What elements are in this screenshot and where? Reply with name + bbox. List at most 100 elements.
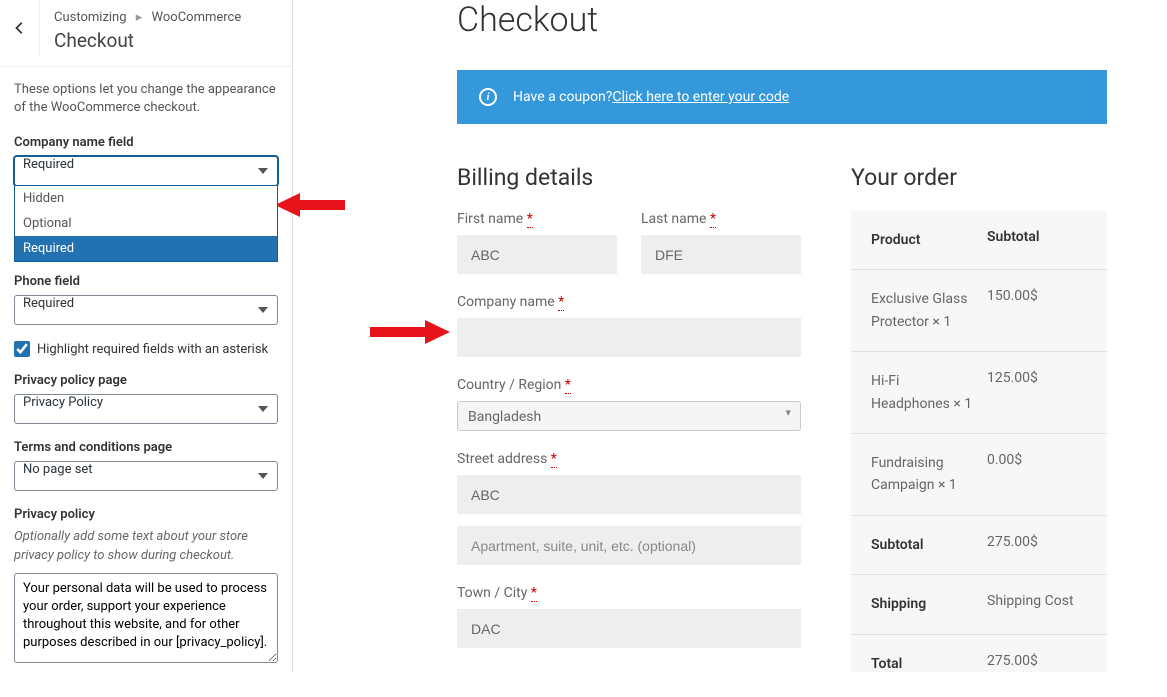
subtotal-cell: 125.00$ bbox=[987, 370, 1087, 415]
country-label: Country / Region * bbox=[457, 377, 801, 393]
town-row: Town / City * bbox=[457, 585, 801, 648]
subtotal-label: Subtotal bbox=[871, 534, 987, 556]
privacy-page-select-wrap: Privacy Policy bbox=[14, 394, 278, 424]
company-dropdown-list: Hidden Optional Required bbox=[14, 186, 278, 262]
company-label: Company name * bbox=[457, 294, 801, 310]
first-name-input[interactable] bbox=[457, 235, 617, 274]
table-row: Exclusive Glass Protector × 1 150.00$ bbox=[851, 270, 1107, 352]
sidebar-body: These options let you change the appeara… bbox=[0, 67, 292, 697]
highlight-checkbox-row: Highlight required fields with an asteri… bbox=[14, 341, 278, 357]
table-row: Hi-Fi Headphones × 1 125.00$ bbox=[851, 352, 1107, 434]
town-label: Town / City * bbox=[457, 585, 801, 601]
phone-field-group: Phone field Required bbox=[14, 274, 278, 325]
coupon-prompt: Have a coupon? bbox=[513, 89, 612, 105]
breadcrumb-parent: Customizing bbox=[54, 10, 127, 25]
order-table: Product Subtotal Exclusive Glass Protect… bbox=[851, 211, 1107, 672]
last-name-input[interactable] bbox=[641, 235, 801, 274]
total-label: Total bbox=[871, 653, 987, 672]
product-cell: Fundraising Campaign × 1 bbox=[871, 452, 987, 497]
street-label: Street address * bbox=[457, 451, 801, 467]
table-row: Fundraising Campaign × 1 0.00$ bbox=[851, 434, 1107, 516]
annotation-arrow-1 bbox=[275, 185, 345, 225]
subtotal-cell: 0.00$ bbox=[987, 452, 1087, 497]
name-row: First name * Last name * bbox=[457, 211, 801, 274]
chevron-left-icon bbox=[13, 21, 27, 35]
shipping-label: Shipping bbox=[871, 593, 987, 615]
subtotal-row: Subtotal 275.00$ bbox=[851, 516, 1107, 575]
company-field-label: Company name field bbox=[14, 135, 278, 150]
highlight-checkbox-label: Highlight required fields with an asteri… bbox=[37, 342, 268, 357]
street2-input[interactable] bbox=[457, 526, 801, 565]
country-select[interactable]: Bangladesh bbox=[457, 401, 801, 431]
privacy-text-hint: Optionally add some text about your stor… bbox=[14, 528, 278, 564]
sidebar-header: Customizing ▸ WooCommerce Checkout bbox=[0, 0, 292, 67]
privacy-text-group: Privacy policy Optionally add some text … bbox=[14, 507, 278, 666]
company-select-wrap: Required Hidden Optional Required bbox=[14, 156, 278, 186]
privacy-page-select[interactable]: Privacy Policy bbox=[14, 394, 278, 424]
street2-field bbox=[457, 526, 801, 565]
info-icon: i bbox=[479, 88, 497, 106]
privacy-page-label: Privacy policy page bbox=[14, 373, 278, 388]
company-field-group: Company name field Required Hidden Optio… bbox=[14, 135, 278, 186]
street2-row bbox=[457, 526, 801, 565]
street-field: Street address * bbox=[457, 451, 801, 514]
order-header-subtotal: Subtotal bbox=[987, 229, 1087, 251]
terms-page-select-wrap: No page set bbox=[14, 461, 278, 491]
page-title: Checkout bbox=[54, 29, 278, 52]
privacy-page-group: Privacy policy page Privacy Policy bbox=[14, 373, 278, 424]
checkout-columns: Billing details First name * Last name *… bbox=[457, 164, 1107, 672]
total-row: Total 275.00$ bbox=[851, 635, 1107, 672]
dropdown-option-optional[interactable]: Optional bbox=[15, 211, 277, 236]
dropdown-option-hidden[interactable]: Hidden bbox=[15, 186, 277, 211]
coupon-notice: i Have a coupon? Click here to enter you… bbox=[457, 70, 1107, 124]
company-input[interactable] bbox=[457, 318, 801, 357]
shipping-row: Shipping Shipping Cost bbox=[851, 575, 1107, 634]
coupon-link[interactable]: Click here to enter your code bbox=[612, 89, 789, 105]
subtotal-value: 275.00$ bbox=[987, 534, 1087, 556]
subtotal-cell: 150.00$ bbox=[987, 288, 1087, 333]
back-button[interactable] bbox=[0, 0, 40, 56]
breadcrumb: Customizing ▸ WooCommerce bbox=[54, 10, 278, 25]
breadcrumb-separator: ▸ bbox=[136, 10, 143, 25]
terms-page-label: Terms and conditions page bbox=[14, 440, 278, 455]
breadcrumb-current: WooCommerce bbox=[152, 10, 242, 25]
terms-page-select[interactable]: No page set bbox=[14, 461, 278, 491]
town-field: Town / City * bbox=[457, 585, 801, 648]
order-header-row: Product Subtotal bbox=[851, 211, 1107, 270]
annotation-arrow-2 bbox=[370, 312, 450, 352]
total-value: 275.00$ bbox=[987, 653, 1087, 672]
country-row: Country / Region * Bangladesh bbox=[457, 377, 801, 431]
town-input[interactable] bbox=[457, 609, 801, 648]
order-header-product: Product bbox=[871, 229, 987, 251]
privacy-text-label: Privacy policy bbox=[14, 507, 278, 522]
last-name-field: Last name * bbox=[641, 211, 801, 274]
billing-title: Billing details bbox=[457, 164, 801, 191]
customizer-sidebar: Customizing ▸ WooCommerce Checkout These… bbox=[0, 0, 293, 672]
checkout-title: Checkout bbox=[457, 0, 1107, 40]
phone-select[interactable]: Required bbox=[14, 295, 278, 325]
product-cell: Exclusive Glass Protector × 1 bbox=[871, 288, 987, 333]
company-field: Company name * bbox=[457, 294, 801, 357]
shipping-value: Shipping Cost bbox=[987, 593, 1087, 615]
country-select-wrap: Bangladesh bbox=[457, 401, 801, 431]
phone-field-label: Phone field bbox=[14, 274, 278, 289]
dropdown-option-required[interactable]: Required bbox=[15, 236, 277, 261]
order-title: Your order bbox=[851, 164, 1107, 191]
country-field: Country / Region * Bangladesh bbox=[457, 377, 801, 431]
terms-page-group: Terms and conditions page No page set bbox=[14, 440, 278, 491]
privacy-textarea[interactable] bbox=[14, 573, 278, 663]
street-row: Street address * bbox=[457, 451, 801, 514]
company-row: Company name * bbox=[457, 294, 801, 357]
order-column: Your order Product Subtotal Exclusive Gl… bbox=[851, 164, 1107, 672]
company-select[interactable]: Required bbox=[14, 156, 278, 186]
product-cell: Hi-Fi Headphones × 1 bbox=[871, 370, 987, 415]
first-name-label: First name * bbox=[457, 211, 617, 227]
last-name-label: Last name * bbox=[641, 211, 801, 227]
highlight-checkbox[interactable] bbox=[14, 341, 30, 357]
sidebar-description: These options let you change the appeara… bbox=[14, 81, 278, 117]
first-name-field: First name * bbox=[457, 211, 617, 274]
breadcrumb-area: Customizing ▸ WooCommerce Checkout bbox=[40, 0, 292, 66]
billing-column: Billing details First name * Last name *… bbox=[457, 164, 801, 672]
phone-select-wrap: Required bbox=[14, 295, 278, 325]
street1-input[interactable] bbox=[457, 475, 801, 514]
